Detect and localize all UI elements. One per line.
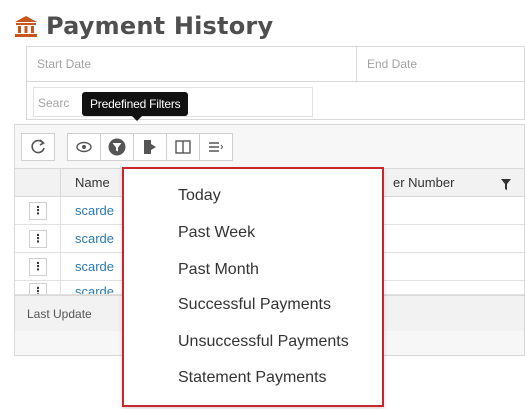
page-title: Payment History	[46, 12, 274, 40]
eye-icon	[76, 141, 92, 153]
payment-history-page: Payment History Start Date End Date Sear…	[0, 0, 525, 409]
predefined-filters-menu: Today Past Week Past Month Successful Pa…	[122, 167, 384, 407]
export-button[interactable]	[133, 133, 167, 161]
column-header-name[interactable]: Name	[75, 169, 110, 197]
header-blank-cell	[15, 169, 61, 197]
columns-button[interactable]	[166, 133, 200, 161]
menu-item-today[interactable]: Today	[178, 187, 221, 205]
toolbar-button-group	[67, 133, 233, 161]
filter-icon	[108, 138, 126, 156]
end-date-input[interactable]: End Date	[357, 47, 525, 81]
menu-item-successful-payments[interactable]: Successful Payments	[178, 296, 331, 314]
list-settings-button[interactable]	[199, 133, 233, 161]
page-header: Payment History	[14, 8, 273, 44]
list-settings-icon	[208, 141, 224, 153]
start-date-input[interactable]: Start Date	[27, 47, 357, 81]
row-name-link[interactable]: scarde	[75, 281, 114, 294]
menu-item-unsuccessful-payments[interactable]: Unsuccessful Payments	[178, 333, 349, 351]
row-menu-button[interactable]: ⋮	[29, 230, 47, 248]
date-range-row: Start Date End Date	[27, 47, 524, 82]
predefined-filters-tooltip: Predefined Filters	[82, 92, 189, 121]
row-name-link[interactable]: scarde	[75, 253, 114, 281]
menu-item-statement-payments[interactable]: Statement Payments	[178, 369, 327, 387]
row-name-link[interactable]: scarde	[75, 225, 114, 253]
show-hide-button[interactable]	[67, 133, 101, 161]
last-updated-label: Last Update	[27, 307, 92, 321]
row-menu-button[interactable]: ⋮	[29, 202, 47, 220]
refresh-button[interactable]	[21, 133, 55, 161]
row-name-link[interactable]: scarde	[75, 197, 114, 225]
grid-toolbar	[15, 125, 524, 169]
row-menu-button[interactable]: ⋮	[29, 258, 47, 276]
column-filter-icon[interactable]	[501, 177, 511, 195]
columns-icon	[175, 140, 191, 154]
menu-item-past-month[interactable]: Past Month	[178, 261, 259, 279]
column-header-number[interactable]: er Number	[393, 169, 454, 197]
predefined-filters-button[interactable]	[100, 133, 134, 161]
bank-icon	[14, 14, 38, 38]
export-icon	[143, 139, 157, 155]
row-menu-button[interactable]: ⋮	[29, 283, 47, 294]
refresh-icon	[30, 139, 46, 155]
menu-item-past-week[interactable]: Past Week	[178, 224, 255, 242]
